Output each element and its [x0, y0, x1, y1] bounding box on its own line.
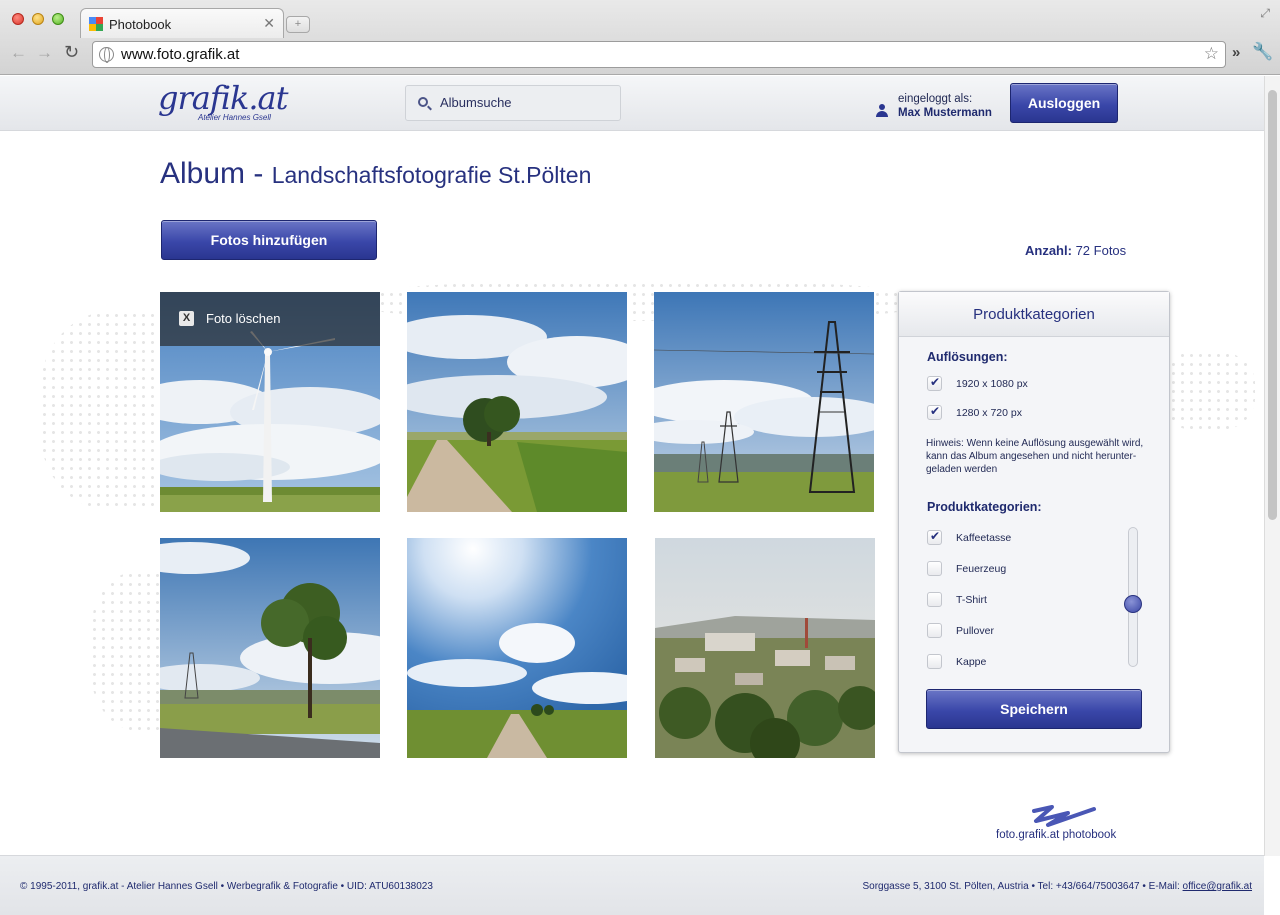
- checkbox-kappe[interactable]: [927, 654, 942, 669]
- delete-x-icon[interactable]: X: [179, 311, 194, 326]
- extensions-chevron-icon[interactable]: »: [1232, 44, 1240, 61]
- globe-icon: [99, 47, 114, 63]
- photo-image: [407, 538, 627, 758]
- add-photos-button[interactable]: Fotos hinzufügen: [161, 220, 377, 260]
- user-icon: [876, 104, 888, 118]
- new-tab-button[interactable]: +: [286, 16, 310, 33]
- photo-baum-strasse[interactable]: [160, 538, 380, 758]
- checkbox-feuerzeug[interactable]: [927, 561, 942, 576]
- scrollbar-thumb[interactable]: [1268, 90, 1277, 520]
- logo-text: grafik.at: [158, 79, 288, 117]
- close-window-button[interactable]: [12, 13, 24, 25]
- address-bar[interactable]: www.foto.grafik.at ☆: [92, 41, 1226, 68]
- categories-heading: Produktkategorien:: [927, 500, 1042, 514]
- resolutions-heading: Auflösungen:: [927, 350, 1008, 364]
- album-search: [405, 85, 621, 121]
- slider-knob[interactable]: [1124, 595, 1142, 613]
- minimize-window-button[interactable]: [32, 13, 44, 25]
- brand-signature-icon: [1032, 805, 1096, 827]
- background-pattern: [1160, 351, 1255, 431]
- maximize-window-button[interactable]: [52, 13, 64, 25]
- forward-arrow-icon[interactable]: →: [36, 43, 53, 63]
- photo-image: [655, 538, 875, 758]
- footer-email-link[interactable]: office@grafik.at: [1183, 881, 1252, 892]
- panel-title: Produktkategorien: [899, 292, 1169, 337]
- page-scrollbar[interactable]: [1264, 76, 1280, 856]
- delete-photo-overlay[interactable]: X Foto löschen: [160, 292, 380, 346]
- category-label: T-Shirt: [956, 594, 987, 606]
- logo-subtitle: Atelier Hannes Gsell: [198, 113, 271, 122]
- search-icon: [418, 97, 428, 107]
- page-title: Album - Landschaftsfotografie St.Pölten: [160, 157, 591, 191]
- photo-image: [407, 292, 627, 512]
- photo-strommast[interactable]: [654, 292, 874, 512]
- footer-contact: Sorggasse 5, 3100 St. Pölten, Austria • …: [862, 881, 1252, 892]
- photo-count-label: Anzahl:: [1025, 243, 1072, 258]
- site-logo[interactable]: grafik.at Atelier Hannes Gsell: [158, 79, 288, 122]
- album-name: Landschaftsfotografie St.Pölten: [271, 162, 592, 188]
- reload-icon[interactable]: ↻: [64, 42, 79, 63]
- resolution-label: 1280 x 720 px: [956, 407, 1022, 419]
- wrench-icon[interactable]: 🔧: [1252, 42, 1273, 62]
- tab-title: Photobook: [109, 17, 172, 32]
- category-label: Kappe: [956, 656, 987, 668]
- photo-count: Anzahl: 72 Fotos: [1025, 243, 1126, 258]
- bookmark-star-icon[interactable]: ☆: [1204, 44, 1219, 64]
- search-input[interactable]: [440, 95, 610, 110]
- photo-count-value: 72 Fotos: [1075, 243, 1127, 258]
- category-label: Pullover: [956, 625, 994, 637]
- footer-copyright: © 1995-2011, grafik.at - Atelier Hannes …: [20, 881, 433, 892]
- product-category-panel: Produktkategorien Auflösungen: 1920 x 10…: [898, 291, 1170, 753]
- site-header: grafik.at Atelier Hannes Gsell eingelogg…: [0, 76, 1264, 131]
- brand-text: foto.grafik.at photobook: [996, 829, 1117, 841]
- main-content: Album - Landschaftsfotografie St.Pölten …: [0, 131, 1264, 855]
- page-title-separator: -: [245, 157, 272, 190]
- footer-address: Sorggasse 5, 3100 St. Pölten, Austria • …: [862, 881, 1183, 892]
- delete-photo-label[interactable]: Foto löschen: [206, 311, 280, 326]
- category-label: Feuerzeug: [956, 563, 1007, 575]
- fullscreen-icon[interactable]: ⤢: [1260, 6, 1270, 21]
- favicon-icon: [89, 17, 103, 31]
- photo-stadt[interactable]: [655, 538, 875, 758]
- browser-toolbar: ← → ↻ www.foto.grafik.at ☆ » 🔧: [0, 38, 1280, 71]
- photo-image: [160, 538, 380, 758]
- photo-windrad[interactable]: X Foto löschen: [160, 292, 380, 512]
- user-name: Max Mustermann: [898, 107, 992, 119]
- checkbox-kaffeetasse[interactable]: [927, 529, 942, 545]
- page-title-prefix: Album: [160, 157, 246, 190]
- login-label: eingeloggt als:: [898, 93, 973, 105]
- url-text[interactable]: www.foto.grafik.at: [121, 46, 239, 63]
- checkbox-pullover[interactable]: [927, 623, 942, 638]
- browser-chrome: Photobook ✕ + ⤢ ← → ↻ www.foto.grafik.at…: [0, 0, 1280, 75]
- resolution-label: 1920 x 1080 px: [956, 378, 1028, 390]
- save-button[interactable]: Speichern: [926, 689, 1142, 729]
- logout-button[interactable]: Ausloggen: [1010, 83, 1118, 123]
- checkbox-resolution-1920[interactable]: [927, 375, 942, 391]
- browser-tab[interactable]: Photobook ✕: [80, 8, 284, 38]
- resolution-hint: Hinweis: Wenn keine Auflösung ausgewählt…: [926, 438, 1144, 475]
- tab-close-icon[interactable]: ✕: [263, 15, 275, 32]
- checkbox-resolution-1280[interactable]: [927, 404, 942, 420]
- site-footer: © 1995-2011, grafik.at - Atelier Hannes …: [0, 855, 1264, 915]
- checkbox-t-shirt[interactable]: [927, 592, 942, 607]
- photo-feldweg-baum[interactable]: [407, 292, 627, 512]
- photo-sonne-weg[interactable]: [407, 538, 627, 758]
- category-label: Kaffeetasse: [956, 532, 1012, 544]
- photo-image: [654, 292, 874, 512]
- category-scroll-slider[interactable]: [1124, 527, 1142, 667]
- back-arrow-icon[interactable]: ←: [10, 43, 27, 63]
